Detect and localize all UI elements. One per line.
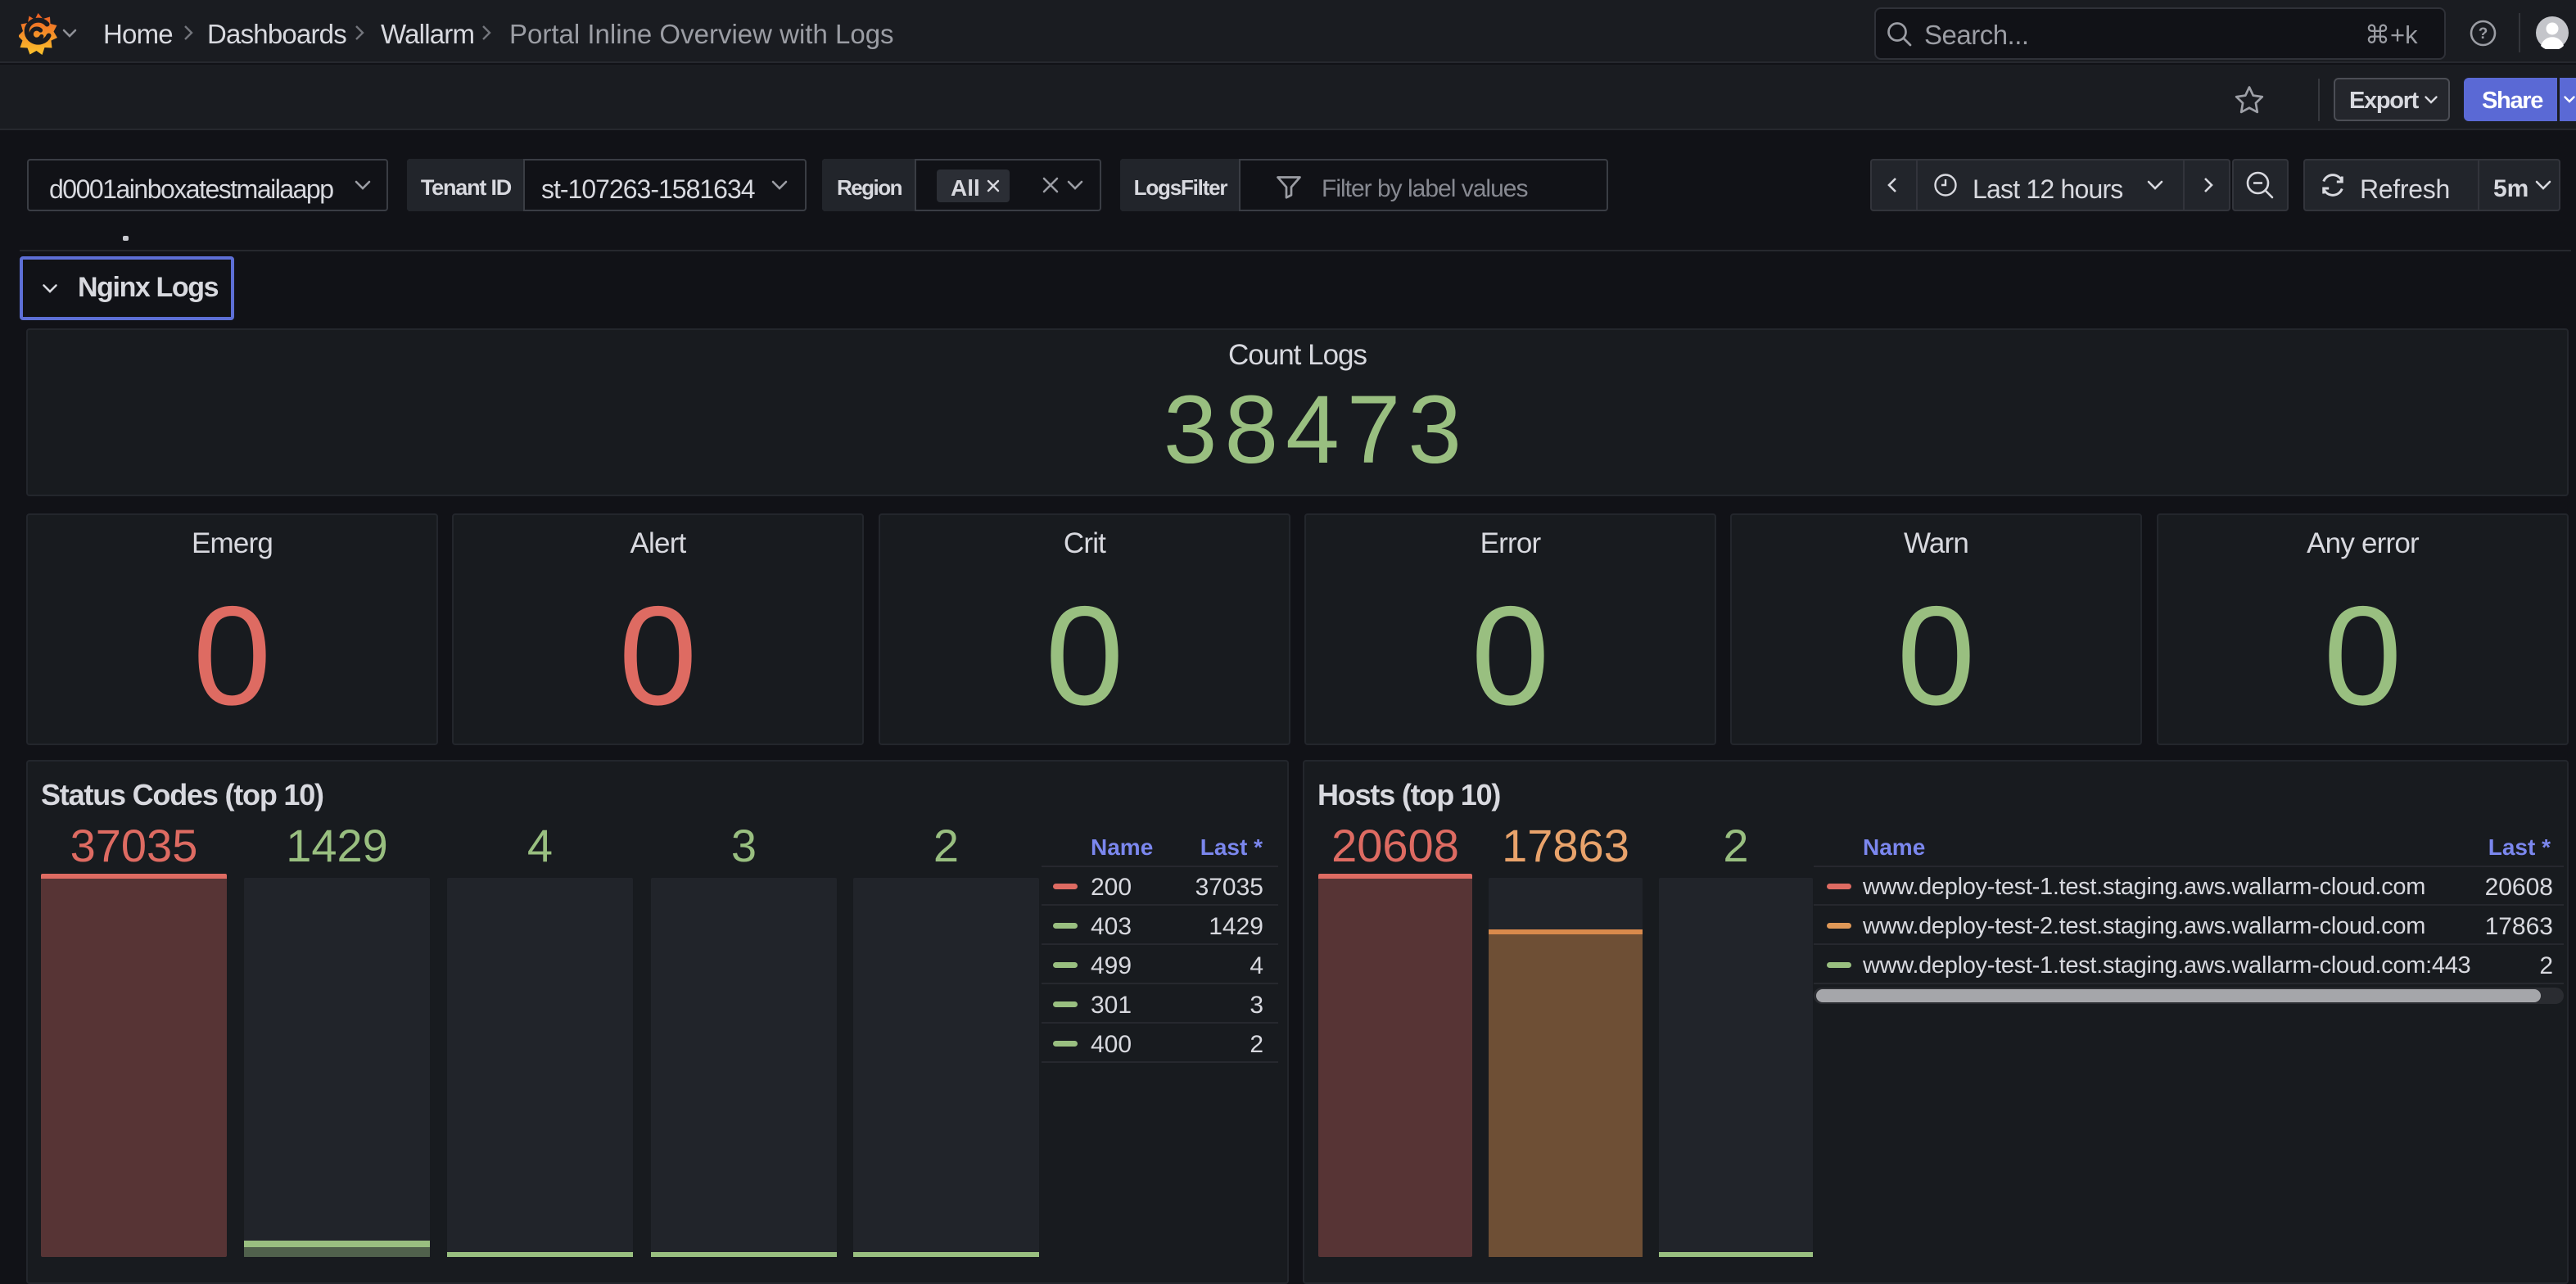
svg-text:?: ?: [2479, 25, 2488, 43]
